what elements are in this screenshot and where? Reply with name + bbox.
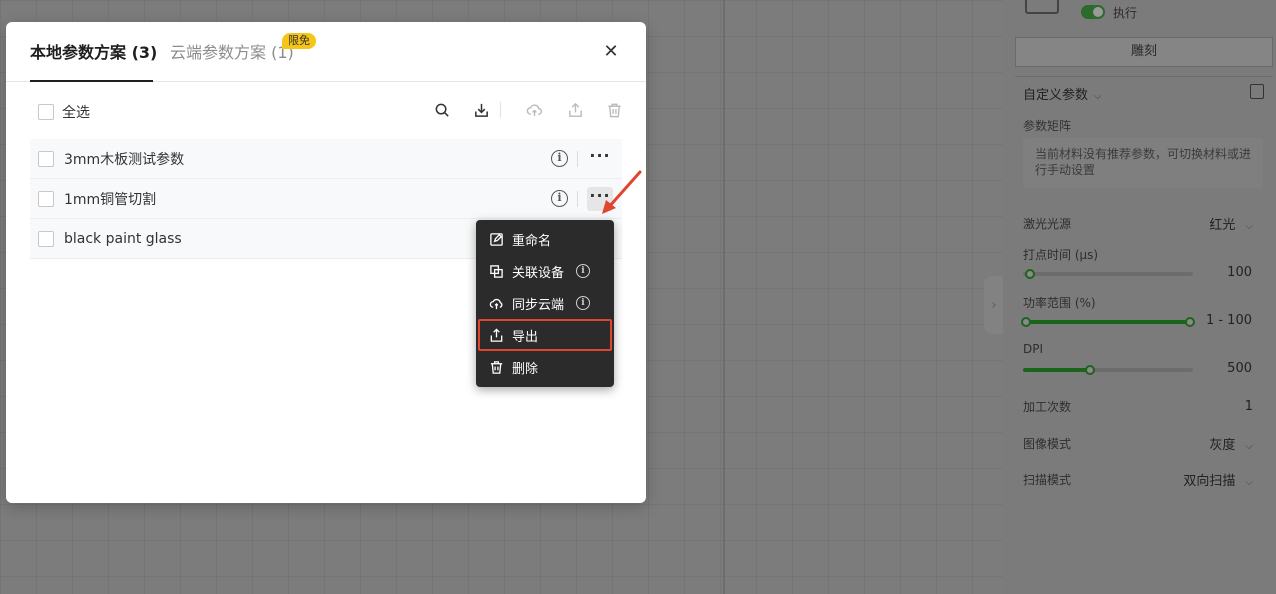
power-range-slider[interactable] bbox=[1021, 317, 1195, 327]
tab-cloud-params[interactable]: 云端参数方案 (1) bbox=[170, 42, 294, 64]
scan-mode-value: 双向扫描 bbox=[1183, 474, 1236, 489]
annotation-arrow-icon bbox=[602, 170, 642, 214]
row-context-menu: 重命名 关联设备 i 同步云端 i 导出 删除 bbox=[476, 220, 614, 387]
scan-mode-row[interactable]: 扫描模式 双向扫描 ⌵ bbox=[1023, 470, 1253, 489]
list-item[interactable]: 3mm木板测试参数 i ··· bbox=[30, 139, 622, 179]
checkbox[interactable] bbox=[38, 150, 54, 167]
link-device-icon bbox=[490, 264, 503, 278]
trash-icon bbox=[490, 360, 503, 374]
scan-mode-label: 扫描模式 bbox=[1023, 473, 1072, 487]
toolbar-divider bbox=[500, 102, 501, 118]
dot-time-slider[interactable] bbox=[1023, 269, 1193, 279]
menu-item-sync-cloud[interactable]: 同步云端 i bbox=[476, 287, 614, 319]
passes-label: 加工次数 bbox=[1023, 400, 1072, 414]
laser-source-row[interactable]: 激光光源 红光 ⌵ bbox=[1023, 214, 1253, 233]
passes-row: 加工次数 1 bbox=[1023, 398, 1253, 415]
list-item[interactable]: 1mm铜管切割 i ··· bbox=[30, 179, 622, 219]
passes-value[interactable]: 1 bbox=[1245, 399, 1253, 414]
slider-knob[interactable] bbox=[1085, 365, 1095, 375]
slider-knob[interactable] bbox=[1025, 269, 1035, 279]
dpi-label: DPI bbox=[1023, 342, 1044, 356]
dot-time-label: 打点时间 (µs) bbox=[1023, 248, 1099, 262]
list-toolbar: 全选 bbox=[30, 96, 622, 124]
divider bbox=[577, 151, 578, 167]
custom-params-dropdown[interactable]: 自定义参数 ⌵ bbox=[1023, 84, 1102, 103]
active-tab-underline bbox=[30, 80, 153, 82]
scheme-name: black paint glass bbox=[64, 230, 182, 247]
scheme-name: 3mm木板测试参数 bbox=[64, 151, 185, 168]
info-icon[interactable]: i bbox=[576, 264, 591, 278]
checkbox[interactable] bbox=[38, 190, 54, 207]
custom-params-label: 自定义参数 bbox=[1023, 88, 1089, 103]
slider-knob-max[interactable] bbox=[1185, 317, 1195, 327]
divider bbox=[1015, 76, 1273, 77]
checkbox[interactable] bbox=[38, 104, 54, 120]
engrave-tab[interactable]: 雕刻 bbox=[1015, 37, 1273, 67]
settings-panel: 执行 雕刻 自定义参数 ⌵ 参数矩阵 当前材料没有推荐参数，可切换材料或进行手动设… bbox=[1003, 0, 1276, 594]
dpi-value[interactable]: 500 bbox=[1227, 361, 1252, 376]
menu-item-delete[interactable]: 删除 bbox=[476, 351, 614, 383]
chevron-down-icon: ⌵ bbox=[1245, 441, 1253, 452]
save-params-icon[interactable] bbox=[1250, 84, 1264, 99]
export-icon bbox=[490, 327, 503, 342]
close-button[interactable]: ✕ bbox=[601, 42, 621, 62]
select-all-label: 全选 bbox=[62, 105, 90, 121]
image-mode-row[interactable]: 图像模式 灰度 ⌵ bbox=[1023, 434, 1253, 453]
power-range-label: 功率范围 (%) bbox=[1023, 296, 1096, 310]
menu-item-label: 删除 bbox=[512, 361, 539, 377]
cloud-sync-icon bbox=[489, 298, 503, 309]
param-scheme-dialog: 本地参数方案 (3) 云端参数方案 (1) 限免 ✕ 全选 3mm木板测试参数 … bbox=[6, 22, 646, 503]
canvas-divider bbox=[723, 0, 725, 594]
menu-item-rename[interactable]: 重命名 bbox=[476, 223, 614, 255]
info-icon[interactable]: i bbox=[551, 150, 568, 167]
dpi-row: DPI bbox=[1023, 342, 1253, 356]
dot-time-row: 打点时间 (µs) bbox=[1023, 246, 1253, 263]
scheme-name: 1mm铜管切割 bbox=[64, 191, 157, 208]
menu-item-link-device[interactable]: 关联设备 i bbox=[476, 255, 614, 287]
edit-icon bbox=[490, 232, 503, 246]
menu-item-label: 重命名 bbox=[512, 233, 552, 249]
power-range-value[interactable]: 1 - 100 bbox=[1206, 313, 1252, 328]
trash-icon bbox=[604, 100, 624, 120]
image-icon[interactable] bbox=[1025, 0, 1059, 14]
info-icon[interactable]: i bbox=[551, 190, 568, 207]
cloud-sync-icon bbox=[524, 100, 544, 120]
free-badge: 限免 bbox=[282, 33, 316, 49]
menu-item-label: 导出 bbox=[512, 329, 539, 345]
param-matrix-label[interactable]: 参数矩阵 bbox=[1023, 117, 1071, 134]
search-icon[interactable] bbox=[432, 100, 452, 120]
image-mode-label: 图像模式 bbox=[1023, 437, 1072, 451]
dialog-tabs: 本地参数方案 (3) 云端参数方案 (1) 限免 ✕ bbox=[6, 22, 646, 82]
slider-knob-min[interactable] bbox=[1021, 317, 1031, 327]
image-mode-value: 灰度 bbox=[1209, 438, 1236, 453]
select-all-checkbox[interactable]: 全选 bbox=[38, 102, 90, 122]
chevron-down-icon: ⌵ bbox=[1094, 91, 1102, 102]
menu-item-export[interactable]: 导出 bbox=[478, 319, 612, 351]
laser-source-label: 激光光源 bbox=[1023, 217, 1072, 231]
no-recommend-hint: 当前材料没有推荐参数，可切换材料或进行手动设置 bbox=[1023, 138, 1263, 188]
tab-local-params[interactable]: 本地参数方案 (3) bbox=[30, 42, 157, 64]
power-range-row: 功率范围 (%) bbox=[1023, 294, 1253, 311]
menu-item-label: 关联设备 bbox=[512, 265, 565, 281]
dot-time-value[interactable]: 100 bbox=[1227, 265, 1252, 280]
dpi-slider[interactable] bbox=[1023, 365, 1193, 375]
divider bbox=[577, 191, 578, 207]
panel-collapse-button[interactable]: › bbox=[984, 276, 1004, 334]
menu-item-label: 同步云端 bbox=[512, 297, 565, 313]
checkbox[interactable] bbox=[38, 230, 54, 247]
execute-label: 执行 bbox=[1113, 6, 1138, 20]
chevron-right-icon: › bbox=[991, 297, 997, 313]
chevron-down-icon: ⌵ bbox=[1245, 477, 1253, 488]
chevron-down-icon: ⌵ bbox=[1245, 221, 1253, 232]
import-icon[interactable] bbox=[471, 100, 491, 120]
laser-source-value: 红光 bbox=[1209, 218, 1236, 233]
execute-toggle[interactable] bbox=[1081, 5, 1105, 19]
info-icon[interactable]: i bbox=[576, 296, 591, 310]
export-icon bbox=[565, 100, 585, 120]
close-icon: ✕ bbox=[603, 41, 619, 62]
